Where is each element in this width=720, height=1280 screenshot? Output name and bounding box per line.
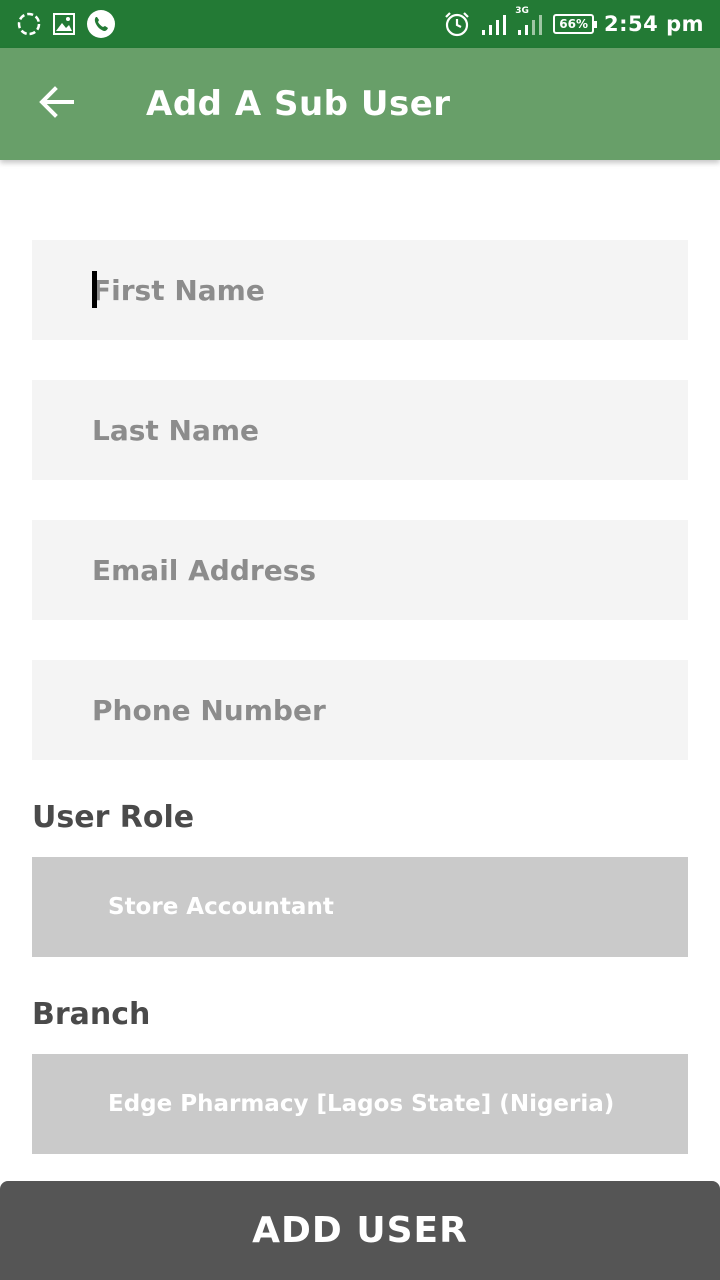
whatsapp-icon [86, 9, 116, 39]
battery-icon: 66% [553, 14, 597, 34]
notification-icons [16, 10, 126, 38]
gallery-icon [52, 12, 76, 36]
branch-label: Branch [32, 997, 151, 1032]
user-role-select[interactable]: Store Accountant [32, 857, 688, 957]
last-name-input[interactable] [32, 380, 688, 480]
back-button[interactable] [30, 82, 82, 126]
email-input[interactable] [32, 520, 688, 620]
text-cursor [92, 271, 97, 308]
branch-select[interactable]: Edge Pharmacy [Lagos State] (Nigeria) [32, 1054, 688, 1154]
network-type: 3G [515, 6, 529, 16]
signal-icon [481, 12, 507, 36]
phone-input[interactable] [32, 660, 688, 760]
add-user-button[interactable]: ADD USER [0, 1181, 720, 1280]
status-bar: 3G 66% 2:54 pm [0, 0, 720, 48]
user-role-selected-value: Store Accountant [108, 894, 334, 920]
alarm-icon [443, 10, 471, 38]
status-time: 2:54 pm [604, 12, 704, 36]
app-bar: Add A Sub User [0, 48, 720, 160]
sync-icon [16, 11, 42, 37]
branch-selected-value: Edge Pharmacy [Lagos State] (Nigeria) [108, 1091, 615, 1117]
user-role-label: User Role [32, 800, 195, 835]
arrow-left-icon [38, 86, 74, 122]
system-icons: 3G 66% 2:54 pm [433, 6, 704, 40]
signal-icon-3g: 3G [515, 6, 543, 36]
first-name-input[interactable] [32, 240, 688, 340]
page-title: Add A Sub User [146, 84, 451, 124]
